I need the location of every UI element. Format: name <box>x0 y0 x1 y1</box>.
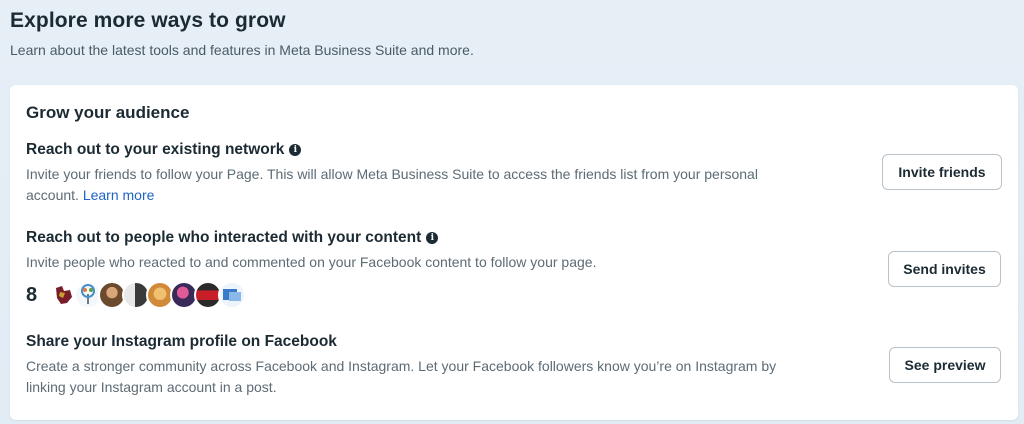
invite-friends-button[interactable]: Invite friends <box>882 154 1002 190</box>
section-title: Reach out to people who interacted with … <box>26 228 786 248</box>
card-title: Grow your audience <box>26 103 190 122</box>
section-title: Share your Instagram profile on Facebook <box>26 333 337 350</box>
grow-audience-card: Grow your audience Reach out to your exi… <box>10 85 1018 420</box>
page-title: Explore more ways to grow <box>10 9 286 32</box>
section-title-text: Reach out to your existing network <box>26 141 285 158</box>
info-icon[interactable]: i <box>289 144 302 156</box>
see-preview-button[interactable]: See preview <box>889 347 1001 383</box>
section-share-instagram: Share your Instagram profile on Facebook… <box>26 332 786 398</box>
page-subtitle: Learn about the latest tools and feature… <box>10 42 474 58</box>
people-count: 8 <box>26 283 38 306</box>
section-title: Reach out to your existing network i <box>26 140 786 160</box>
section-interacted-people: Reach out to people who interacted with … <box>26 228 786 309</box>
avatars-row: 8 <box>26 281 786 309</box>
section-desc: Invite people who reacted to and comment… <box>26 254 597 270</box>
section-title-text: Reach out to people who interacted with … <box>26 229 422 246</box>
section-existing-network: Reach out to your existing network i Inv… <box>26 140 786 206</box>
section-desc: Create a stronger community across Faceb… <box>26 358 777 395</box>
info-icon[interactable]: i <box>426 232 439 244</box>
section-desc: Invite your friends to follow your Page.… <box>26 164 786 206</box>
send-invites-button[interactable]: Send invites <box>888 251 1001 287</box>
learn-more-link[interactable]: Learn more <box>83 187 155 203</box>
avatar <box>218 281 246 309</box>
